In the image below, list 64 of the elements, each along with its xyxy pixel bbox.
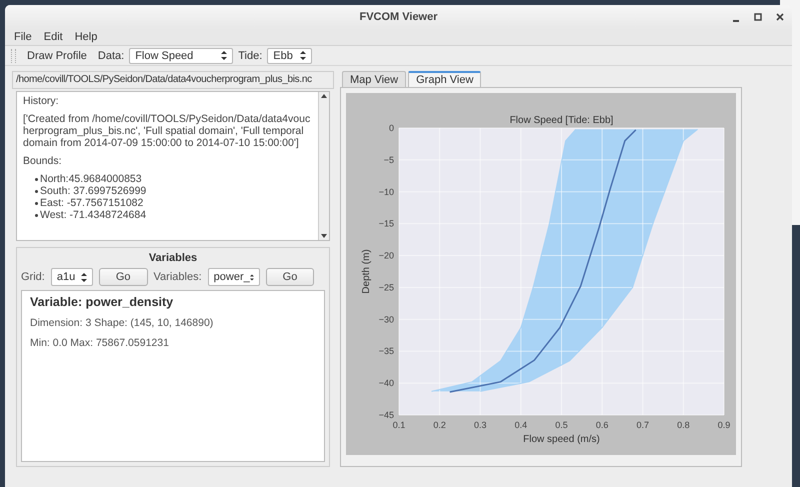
y-tick-label: −40	[378, 378, 394, 388]
variables-dropdown[interactable]: power_	[208, 268, 260, 286]
updown-icon	[221, 51, 228, 60]
updown-icon	[250, 272, 254, 282]
variables-title: Variables	[148, 252, 198, 264]
bounds-label: Bounds:	[23, 155, 63, 167]
updown-icon	[80, 272, 87, 282]
variables-label: Variables:	[154, 271, 202, 283]
file-path: /home/covill/TOOLS/PySeidon/Data/data4voucherprogram_plus_bis.nc	[12, 71, 334, 89]
arrow-down-icon[interactable]	[319, 232, 329, 240]
x-tick-label: 0.9	[718, 420, 730, 430]
x-tick-label: 0.3	[474, 420, 486, 430]
y-tick-label: −5	[384, 154, 394, 165]
tab[interactable]: Map View	[342, 71, 406, 87]
y-tick-label: −10	[378, 186, 394, 197]
x-tick-label: 0.7	[636, 420, 649, 430]
min-max-text: Min: 0.0 Max: 75867.0591231	[30, 337, 170, 349]
x-tick-label: 0.4	[514, 420, 528, 430]
draw-profile-button[interactable]: Draw Profile	[21, 50, 93, 62]
close-icon[interactable]	[776, 13, 784, 22]
x-tick-label: 0.1	[392, 420, 406, 430]
bullet-icon	[35, 202, 38, 204]
y-tick-label: −35	[378, 346, 394, 356]
variable-heading: Variable: power_density	[30, 295, 174, 309]
data-dropdown[interactable]: Flow Speed	[129, 48, 234, 64]
y-tick-label: −45	[378, 410, 394, 420]
updown-icon	[300, 51, 306, 60]
bound-item: South: 37.6997526999	[40, 185, 146, 197]
history-label: History:	[23, 95, 60, 107]
y-tick-label: −20	[378, 250, 394, 261]
x-tick-label: 0.2	[433, 420, 446, 430]
tide-dropdown[interactable]: Ebb	[267, 48, 312, 64]
menu-item[interactable]: File	[9, 31, 37, 43]
x-tick-label: 0.6	[596, 420, 608, 430]
tide-label: Tide:	[238, 50, 262, 62]
data-label: Data:	[98, 50, 124, 62]
go-button[interactable]: Go	[98, 268, 148, 286]
y-axis-label: Depth (m)	[361, 249, 372, 294]
chart-title: Flow Speed [Tide: Ebb]	[510, 115, 614, 126]
go-button[interactable]: Go	[266, 268, 314, 286]
bound-item: East: -57.7567151082	[40, 197, 144, 209]
history-text: ['Created from /home/covill/TOOLS/PySeidon/Data/data4voucherprogram_plus_bis.nc', 'Full spatial domain', 'Full temporal domain from 2014-07-09 15:00:00 to 2014-07-10 15:00:00']	[23, 113, 312, 149]
x-tick-label: 0.8	[677, 420, 690, 430]
bullet-icon	[35, 190, 38, 192]
grid-label: Grid:	[21, 271, 45, 283]
menu-item[interactable]: Edit	[38, 31, 68, 43]
tab[interactable]: Graph View	[408, 71, 482, 87]
window-title: FVCOM Viewer	[359, 11, 438, 23]
menu-item[interactable]: Help	[70, 31, 102, 43]
bullet-icon	[35, 178, 38, 180]
dimension-text: Dimension: 3 Shape: (145, 10, 146890)	[30, 317, 214, 329]
y-tick-label: −30	[378, 314, 394, 324]
y-tick-label: −15	[378, 218, 394, 229]
x-tick-label: 0.5	[555, 420, 568, 430]
bullet-icon	[35, 214, 38, 216]
grid-dropdown[interactable]: a1u	[50, 268, 93, 286]
y-tick-label: 0	[388, 123, 394, 133]
arrow-up-icon[interactable]	[319, 92, 329, 100]
bound-item: West: -71.4348724684	[40, 209, 146, 221]
y-tick-label: −25	[378, 282, 394, 292]
x-axis-label: Flow speed (m/s)	[523, 434, 600, 445]
scrollbar[interactable]	[318, 92, 329, 240]
bound-item: North:45.9684000853	[40, 173, 142, 185]
maximize-icon[interactable]	[754, 13, 762, 22]
